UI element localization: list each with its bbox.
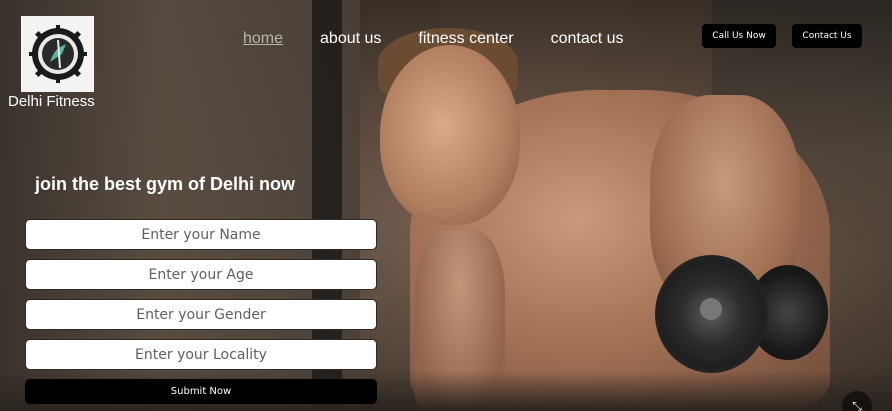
signup-form: Submit Now	[25, 219, 377, 404]
gym-logo-icon	[28, 25, 87, 83]
main-nav: home about us fitness center contact us	[243, 30, 624, 48]
nav-contact-us[interactable]: contact us	[551, 30, 624, 48]
nav-home[interactable]: home	[243, 30, 283, 48]
nav-about-us[interactable]: about us	[320, 30, 381, 48]
contact-us-button[interactable]: Contact Us	[792, 24, 862, 48]
brand-name: Delhi Fitness	[8, 93, 95, 110]
hero-headline: join the best gym of Delhi now	[35, 174, 296, 194]
page: Delhi Fitness home about us fitness cent…	[0, 0, 892, 411]
locality-input[interactable]	[25, 339, 377, 370]
submit-now-button[interactable]: Submit Now	[25, 379, 377, 404]
logo[interactable]	[21, 16, 94, 92]
nav-fitness-center[interactable]: fitness center	[418, 30, 513, 48]
name-input[interactable]	[25, 219, 377, 250]
hero-athlete-head	[380, 45, 520, 225]
gender-input[interactable]	[25, 299, 377, 330]
age-input[interactable]	[25, 259, 377, 290]
call-us-now-button[interactable]: Call Us Now	[702, 24, 776, 48]
dumbbell-handle	[700, 298, 722, 320]
